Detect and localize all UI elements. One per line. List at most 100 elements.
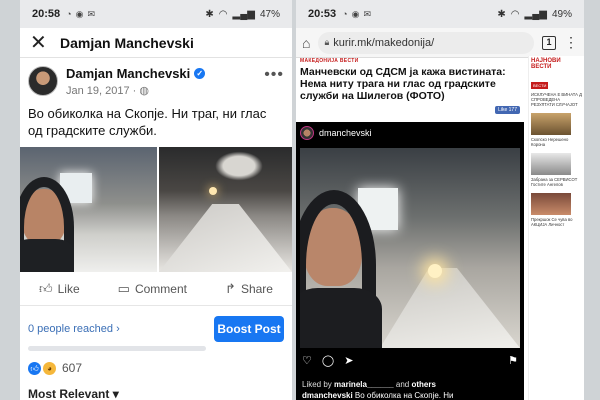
selfie-photo[interactable] (20, 147, 157, 272)
browser-phone-screen: 20:53 ◔ ◉ ✉ ✱ ◠ ▂▄▆ 49% ⌂ 🔒︎ kurir.mk/ma… (296, 0, 584, 400)
bell-icon: ◔ (66, 8, 72, 19)
bluetooth-icon: ✱ (205, 8, 214, 20)
instagram-username[interactable]: dmanchevski (319, 128, 372, 138)
comment-label: Comment (134, 281, 187, 296)
url-text: kurir.mk/makedonija/ (333, 36, 435, 49)
sidebar-badge: ВЕСТИ (531, 82, 549, 89)
sidebar-item[interactable]: Прекршок Се чува во АКЦИЈА Личност (529, 189, 584, 229)
avatar[interactable] (300, 126, 314, 140)
street-light-shape (428, 264, 442, 278)
bell-icon: ◔ (342, 8, 348, 19)
sidebar-thumbnail (531, 193, 571, 215)
article-meta: Like 177 (296, 102, 524, 118)
messenger-icon: ◉ (75, 8, 84, 19)
instagram-header: dmanchevski (296, 122, 524, 144)
author-name[interactable]: Damjan Manchevski (66, 66, 190, 81)
more-options-icon[interactable]: ••• (264, 66, 284, 84)
chevron-right-icon: › (116, 323, 120, 335)
comment-sort-dropdown[interactable]: Most Relevant ▾ (20, 375, 292, 400)
sidebar-item-text: Прекршок Се чува во АКЦИЈА Личност (531, 217, 573, 227)
post-text: Во обиколка на Скопје. Ни траг, ни глас … (28, 106, 267, 138)
comment-icon[interactable]: ◯ (322, 354, 334, 367)
avatar[interactable] (28, 66, 58, 96)
sidebar-thumbnail (531, 153, 571, 175)
share-icon: ↱ (225, 280, 236, 296)
heart-icon[interactable]: ♡ (302, 354, 312, 367)
liked-others[interactable]: others (411, 380, 435, 389)
status-bar: 20:58 ◔ ◉ ✉ ✱ ◠ ▂▄▆ 47% (20, 0, 292, 28)
notification-icons: ◔ ◉ ✉ (66, 9, 95, 20)
home-icon[interactable]: ⌂ (302, 35, 310, 51)
street-light-shape (209, 187, 217, 195)
jacket-shape (20, 239, 74, 272)
verified-badge-icon: ✓ (194, 68, 206, 79)
news-article: МАКЕДОНИЈА ВЕСТИ Манчевски од СДСМ ја ка… (296, 56, 524, 118)
sidebar-item-text: ИСКЛУЧЕНА Е ВИНАТА Д СПРОВЕДЕНА РЕЗУЛТАТ… (531, 92, 582, 107)
facebook-phone-screen: 20:58 ◔ ◉ ✉ ✱ ◠ ▂▄▆ 47% ✕ Damjan Manchev… (20, 0, 292, 400)
liked-suffix: and (393, 380, 412, 389)
post-actions: 👍︎ Like ▭ Comment ↱ Share (20, 272, 292, 306)
messenger-icon: ◉ (351, 8, 360, 19)
battery-level: 47% (259, 8, 280, 20)
street-photo[interactable] (159, 147, 292, 272)
post-author-row: Damjan Manchevski ✓ Jan 19, 2017 · ◍ ••• (20, 58, 292, 101)
share-label: Share (240, 281, 273, 296)
instagram-actions: ♡ ◯ ➤ ⚑ (302, 354, 518, 367)
article-headline: Манчевски од СДСМ ја кажа вистината: Нем… (300, 66, 506, 102)
post-date-row: Jan 19, 2017 · ◍ (66, 84, 205, 97)
post-date[interactable]: Jan 19, 2017 · (66, 85, 139, 97)
caption-text: Во обиколка на Скопје. Ни (352, 391, 454, 400)
sidebar-item[interactable]: Скопско Нерешено Корона (529, 109, 584, 149)
sidebar-logo: НАЈНОВИ ВЕСТИ (531, 58, 561, 70)
snowy-tree-shape (211, 149, 267, 183)
post-header-bar: ✕ Damjan Manchevski (20, 28, 292, 58)
liked-by-text: Liked by marinela______ and others (302, 380, 436, 389)
close-icon[interactable]: ✕ (30, 33, 52, 53)
people-reached-link[interactable]: 0 people reached › (28, 323, 120, 335)
send-icon[interactable]: ➤ (344, 354, 353, 367)
address-bar[interactable]: 🔒︎ kurir.mk/makedonija/ (318, 31, 534, 54)
facebook-like-button[interactable]: Like 177 (495, 106, 520, 114)
bookmark-icon[interactable]: ⚑ (508, 354, 518, 367)
mail-icon: ✉ (363, 8, 371, 19)
wifi-icon: ◠ (218, 8, 228, 20)
globe-icon: ◍ (139, 85, 149, 97)
sidebar-item[interactable]: ВЕСТИ ИСКЛУЧЕНА Е ВИНАТА Д СПРОВЕДЕНА РЕ… (529, 72, 584, 109)
liked-user[interactable]: marinela______ (334, 380, 394, 389)
tab-count-button[interactable]: 1 (542, 35, 556, 50)
reach-row: 0 people reached › Boost Post (20, 306, 292, 342)
snowy-road-shape (380, 268, 520, 348)
signal-icon: ▂▄▆ (524, 8, 547, 20)
status-time-right: 20:53 (308, 8, 337, 20)
thumbs-up-icon: 👍︎ (39, 280, 53, 296)
status-bar-right: 20:53 ◔ ◉ ✉ ✱ ◠ ▂▄▆ 49% (296, 0, 584, 28)
news-sidebar: НАЈНОВИ ВЕСТИ ВЕСТИ ИСКЛУЧЕНА Е ВИНАТА Д… (528, 56, 584, 400)
sidebar-item-text: Скопско Нерешено Корона (531, 137, 569, 147)
share-button[interactable]: ↱ Share (225, 281, 273, 297)
like-button[interactable]: 👍︎ Like (39, 281, 80, 297)
system-tray-right: ✱ ◠ ▂▄▆ 49% (497, 9, 572, 20)
breadcrumb[interactable]: МАКЕДОНИЈА ВЕСТИ (296, 56, 524, 66)
boost-post-button[interactable]: Boost Post (214, 316, 284, 342)
instagram-photo[interactable] (300, 148, 520, 348)
caption-user[interactable]: dmanchevski (302, 391, 353, 400)
wifi-icon: ◠ (510, 8, 520, 20)
comment-button[interactable]: ▭ Comment (118, 281, 187, 297)
reaction-count: 607 (62, 361, 83, 375)
browser-menu-icon[interactable]: ⋮ (564, 34, 578, 51)
screenshot-collage: 20:58 ◔ ◉ ✉ ✱ ◠ ▂▄▆ 47% ✕ Damjan Manchev… (0, 0, 600, 400)
like-reaction-icon: 👍︎ (28, 361, 41, 375)
like-label: Like (57, 281, 80, 296)
notification-icons-right: ◔ ◉ ✉ (342, 9, 371, 20)
author-name-row[interactable]: Damjan Manchevski ✓ (66, 66, 206, 81)
signal-icon: ▂▄▆ (232, 8, 255, 20)
sidebar-item-text: Забрана за СЕРВИСОТ Гостите Ангелов (531, 177, 578, 187)
instagram-caption: dmanchevski Во обиколка на Скопје. Ни (302, 391, 453, 400)
sidebar-item[interactable]: Забрана за СЕРВИСОТ Гостите Ангелов (529, 149, 584, 189)
lock-icon: 🔒︎ (324, 37, 330, 47)
instagram-embed: dmanchevski ♡ ◯ ➤ ⚑ Liked by marinela___… (296, 122, 524, 400)
reactions-row[interactable]: 👍︎ ◕ 607 (20, 351, 292, 375)
comment-icon: ▭ (117, 280, 130, 296)
people-reached-text: 0 people reached (28, 323, 114, 335)
bluetooth-icon: ✱ (497, 8, 506, 20)
